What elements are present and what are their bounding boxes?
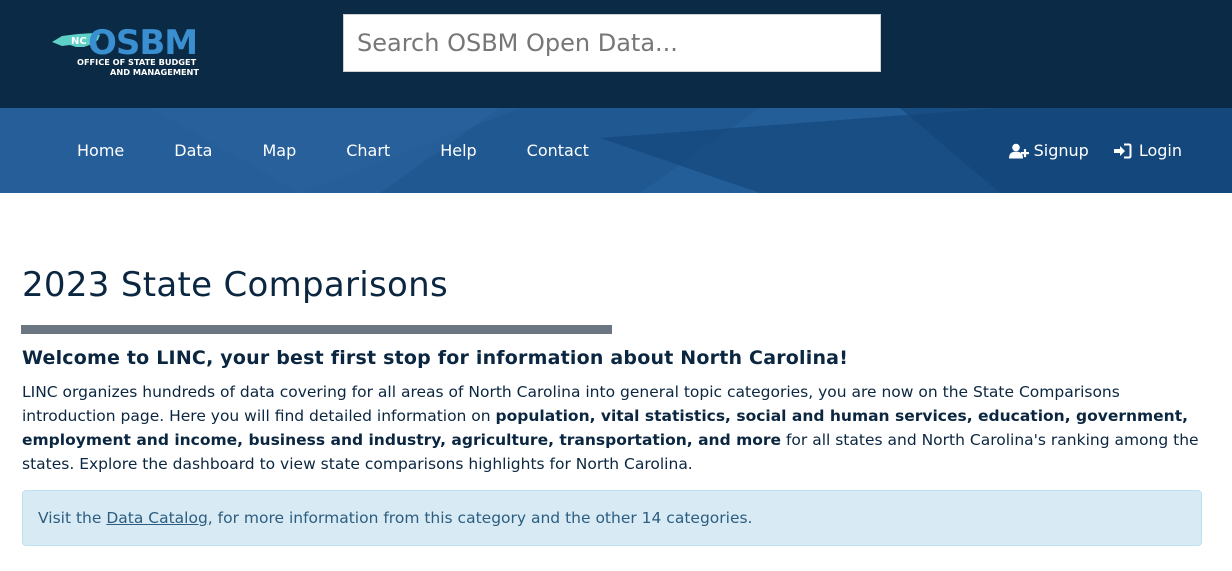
osbm-logo[interactable]: NC OSBM OFFICE OF STATE BUDGET AND MANAG…: [48, 20, 218, 82]
logo-line1: OFFICE OF STATE BUDGET: [77, 57, 197, 67]
login-label: Login: [1138, 141, 1182, 160]
page-title: 2023 State Comparisons: [22, 265, 449, 305]
intro-paragraph: LINC organizes hundreds of data covering…: [22, 380, 1212, 476]
logo-line2: AND MANAGEMENT: [110, 67, 199, 77]
logo-badge: NC: [71, 36, 87, 47]
signup-label: Signup: [1033, 141, 1089, 160]
user-plus-icon: [1008, 143, 1029, 159]
title-divider: [21, 325, 612, 334]
search-box[interactable]: [343, 14, 881, 72]
alert-suffix: , for more information from this categor…: [207, 509, 753, 527]
signup-link[interactable]: Signup: [1008, 141, 1089, 160]
login-link[interactable]: Login: [1113, 141, 1182, 160]
nav-data[interactable]: Data: [174, 141, 212, 160]
alert-prefix: Visit the: [38, 509, 107, 527]
nav-home[interactable]: Home: [77, 141, 124, 160]
account-links: Signup Login: [984, 108, 1182, 193]
nc-state-icon: NC OSBM OFFICE OF STATE BUDGET AND MANAG…: [52, 23, 199, 77]
nav-links: Home Data Map Chart Help Contact: [77, 108, 639, 193]
main-nav: Home Data Map Chart Help Contact Signup: [0, 108, 1232, 193]
nav-contact[interactable]: Contact: [527, 141, 589, 160]
nav-help[interactable]: Help: [440, 141, 476, 160]
nav-map[interactable]: Map: [262, 141, 296, 160]
search-input[interactable]: [344, 15, 880, 71]
nav-chart[interactable]: Chart: [346, 141, 390, 160]
sign-in-icon: [1113, 143, 1134, 159]
welcome-heading: Welcome to LINC, your best first stop fo…: [22, 347, 849, 369]
site-header: NC OSBM OFFICE OF STATE BUDGET AND MANAG…: [0, 0, 1232, 108]
info-alert: Visit the Data Catalog, for more informa…: [22, 490, 1202, 546]
data-catalog-link[interactable]: Data Catalog: [106, 509, 207, 527]
